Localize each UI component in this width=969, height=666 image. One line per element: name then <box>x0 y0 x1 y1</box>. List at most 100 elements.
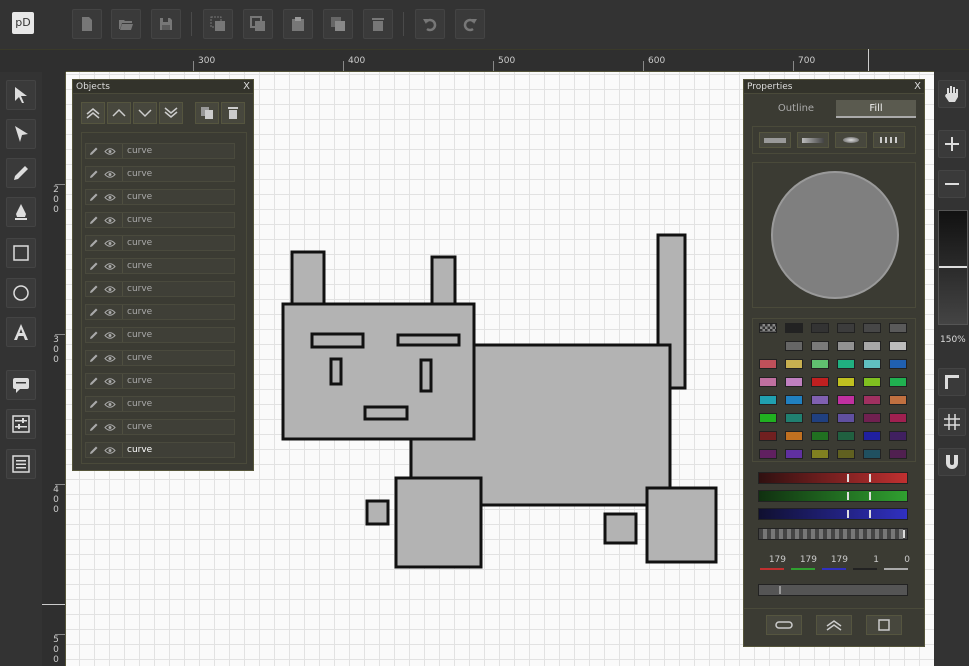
opacity-slider[interactable] <box>758 584 908 596</box>
new-file-button[interactable] <box>72 9 102 39</box>
back-paw-shape[interactable] <box>603 512 638 545</box>
color-swatch[interactable] <box>811 341 829 351</box>
direct-select-tool[interactable] <box>6 119 36 149</box>
open-file-button[interactable] <box>111 9 141 39</box>
bring-to-front-button[interactable] <box>81 102 105 124</box>
pencil-icon[interactable] <box>89 284 99 294</box>
color-swatch[interactable] <box>785 413 803 423</box>
red-slider-knob-2[interactable] <box>869 474 871 482</box>
zoom-slider[interactable] <box>938 210 968 325</box>
eye-icon[interactable] <box>104 331 116 340</box>
zoom-slider-handle[interactable] <box>939 266 967 268</box>
solid-fill-button[interactable] <box>759 132 791 148</box>
eye-icon[interactable] <box>104 354 116 363</box>
red-slider-knob[interactable] <box>847 474 849 482</box>
square-button[interactable] <box>866 615 902 635</box>
transparent-swatch[interactable] <box>759 323 777 333</box>
object-name[interactable]: curve <box>122 282 234 296</box>
green-slider[interactable] <box>758 490 908 502</box>
pencil-icon[interactable] <box>89 399 99 409</box>
pencil-icon[interactable] <box>89 353 99 363</box>
color-swatch[interactable] <box>889 359 907 369</box>
red-value[interactable]: 179 <box>758 553 786 567</box>
color-swatch[interactable] <box>837 359 855 369</box>
color-swatch[interactable] <box>863 323 881 333</box>
eye-icon[interactable] <box>104 285 116 294</box>
color-swatch[interactable] <box>837 431 855 441</box>
bring-forward-button[interactable] <box>107 102 131 124</box>
object-name[interactable]: curve <box>122 259 234 273</box>
object-name[interactable]: curve <box>122 328 234 342</box>
object-list-item[interactable]: curve <box>85 350 235 366</box>
pencil-icon[interactable] <box>89 307 99 317</box>
link-button[interactable] <box>766 615 802 635</box>
right-eye-shape[interactable] <box>419 358 433 393</box>
back-leg-shape[interactable] <box>645 486 718 564</box>
color-swatch[interactable] <box>811 449 829 459</box>
alpha-slider[interactable] <box>758 528 908 540</box>
object-name[interactable]: curve <box>122 236 234 250</box>
pencil-icon[interactable] <box>89 169 99 179</box>
object-name[interactable]: curve <box>122 443 234 457</box>
object-name[interactable]: curve <box>122 420 234 434</box>
object-list-item[interactable]: curve <box>85 189 235 205</box>
pencil-icon[interactable] <box>89 215 99 225</box>
eye-icon[interactable] <box>104 193 116 202</box>
undo-button[interactable] <box>415 9 445 39</box>
extra-value[interactable]: 0 <box>882 553 910 567</box>
zoom-in-button[interactable] <box>938 130 966 158</box>
hand-tool[interactable] <box>938 80 966 108</box>
color-swatch[interactable] <box>759 359 777 369</box>
copy-button[interactable] <box>203 9 233 39</box>
color-swatch[interactable] <box>811 431 829 441</box>
left-eye-shape[interactable] <box>329 357 343 386</box>
eye-icon[interactable] <box>104 423 116 432</box>
object-list-item[interactable]: curve <box>85 281 235 297</box>
delete-button[interactable] <box>363 9 393 39</box>
properties-panel-close-button[interactable]: X <box>914 80 921 94</box>
alpha-slider-knob[interactable] <box>903 530 905 538</box>
eye-icon[interactable] <box>104 147 116 156</box>
color-swatch[interactable] <box>759 449 777 459</box>
pencil-icon[interactable] <box>89 445 99 455</box>
front-paw-shape[interactable] <box>365 499 390 526</box>
eye-icon[interactable] <box>104 446 116 455</box>
list-tool[interactable] <box>6 449 36 479</box>
pattern-fill-button[interactable] <box>873 132 905 148</box>
front-leg-shape[interactable] <box>394 476 483 569</box>
ellipse-tool[interactable] <box>6 278 36 308</box>
pencil-icon[interactable] <box>89 146 99 156</box>
color-swatch[interactable] <box>863 377 881 387</box>
color-swatch[interactable] <box>837 413 855 423</box>
color-swatch[interactable] <box>811 395 829 405</box>
select-tool[interactable] <box>6 80 36 110</box>
color-swatch[interactable] <box>863 413 881 423</box>
color-swatch[interactable] <box>759 413 777 423</box>
pen-tool[interactable] <box>6 197 36 227</box>
eye-icon[interactable] <box>104 170 116 179</box>
eye-icon[interactable] <box>104 308 116 317</box>
rectangle-tool[interactable] <box>6 238 36 268</box>
pencil-icon[interactable] <box>89 376 99 386</box>
object-list-item[interactable]: curve <box>85 442 235 458</box>
duplicate-object-button[interactable] <box>195 102 219 124</box>
green-slider-knob-2[interactable] <box>869 492 871 500</box>
objects-panel-close-button[interactable]: X <box>243 80 250 94</box>
color-swatch[interactable] <box>759 377 777 387</box>
opacity-slider-knob[interactable] <box>779 586 781 594</box>
duplicate-button[interactable] <box>243 9 273 39</box>
color-swatch[interactable] <box>785 323 803 333</box>
clone-button[interactable] <box>323 9 353 39</box>
blue-value[interactable]: 179 <box>820 553 848 567</box>
color-swatch[interactable] <box>785 449 803 459</box>
tab-fill[interactable]: Fill <box>836 100 916 118</box>
pencil-icon[interactable] <box>89 330 99 340</box>
pencil-icon[interactable] <box>89 261 99 271</box>
save-button[interactable] <box>151 9 181 39</box>
red-slider[interactable] <box>758 472 908 484</box>
tab-outline[interactable]: Outline <box>762 100 830 118</box>
radial-gradient-button[interactable] <box>835 132 867 148</box>
blue-slider[interactable] <box>758 508 908 520</box>
linear-gradient-button[interactable] <box>797 132 829 148</box>
pencil-icon[interactable] <box>89 238 99 248</box>
